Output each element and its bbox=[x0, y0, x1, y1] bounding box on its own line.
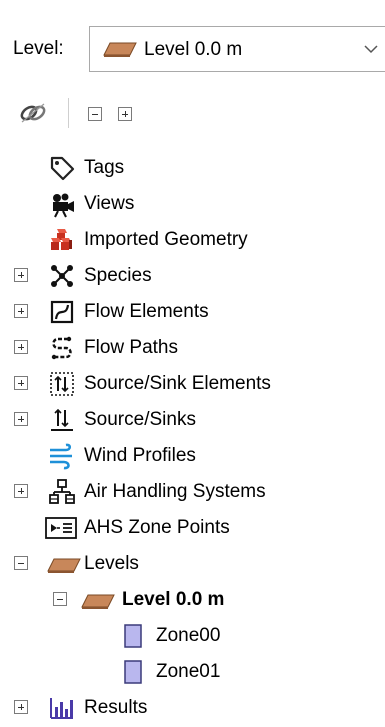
camera-icon bbox=[48, 190, 76, 218]
zone-icon bbox=[122, 622, 144, 650]
expand-toggle[interactable] bbox=[14, 700, 28, 714]
expand-toggle[interactable] bbox=[14, 340, 28, 354]
ahs-icon bbox=[48, 478, 76, 506]
tree-item-label: Flow Elements bbox=[84, 301, 209, 322]
expand-toggle[interactable] bbox=[14, 376, 28, 390]
tree-item-imported-geometry[interactable]: Imported Geometry bbox=[0, 222, 385, 258]
refresh-link-icon[interactable] bbox=[18, 100, 48, 131]
project-tree-panel: Level: Level 0.0 m Tags Views Imported G… bbox=[0, 0, 385, 719]
tree-item-species[interactable]: Species bbox=[0, 258, 385, 294]
tree-item-zone00[interactable]: Zone00 bbox=[0, 618, 385, 654]
expand-toggle[interactable] bbox=[14, 484, 28, 498]
expand-toggle[interactable] bbox=[14, 304, 28, 318]
tree-item-wind-profiles[interactable]: Wind Profiles bbox=[0, 438, 385, 474]
tree-item-source-sinks[interactable]: Source/Sinks bbox=[0, 402, 385, 438]
tree-item-label: Zone01 bbox=[156, 661, 221, 682]
ahs-zone-point-icon bbox=[44, 514, 78, 542]
expand-toggle[interactable] bbox=[14, 412, 28, 426]
tree-item-views[interactable]: Views bbox=[0, 186, 385, 222]
level-slab-icon bbox=[78, 586, 116, 614]
tree-item-label: Flow Paths bbox=[84, 337, 178, 358]
level-label: Level: bbox=[13, 38, 64, 59]
species-icon bbox=[48, 262, 76, 290]
level-dropdown[interactable]: Level 0.0 m bbox=[89, 26, 385, 72]
flow-path-icon bbox=[48, 334, 76, 362]
tree-item-source-sink-elements[interactable]: Source/Sink Elements bbox=[0, 366, 385, 402]
collapse-toggle[interactable] bbox=[53, 592, 67, 606]
expand-all-button[interactable] bbox=[118, 107, 132, 121]
tree-item-label: AHS Zone Points bbox=[84, 517, 230, 538]
tree-toolbar bbox=[0, 92, 385, 136]
tree-item-label: Wind Profiles bbox=[84, 445, 196, 466]
tree-item-label: Air Handling Systems bbox=[84, 481, 266, 502]
source-sink-icon bbox=[48, 406, 76, 434]
tree-item-zone01[interactable]: Zone01 bbox=[0, 654, 385, 690]
tree-item-tags[interactable]: Tags bbox=[0, 150, 385, 186]
tree-item-label: Levels bbox=[84, 553, 139, 574]
results-chart-icon bbox=[48, 694, 76, 722]
level-slab-icon bbox=[44, 550, 82, 578]
source-sink-element-icon bbox=[48, 370, 76, 398]
tree-item-air-handling-systems[interactable]: Air Handling Systems bbox=[0, 474, 385, 510]
tree-item-label: Tags bbox=[84, 157, 125, 178]
tree-item-label: Zone00 bbox=[156, 625, 221, 646]
collapse-toggle[interactable] bbox=[14, 556, 28, 570]
imported-geometry-icon bbox=[48, 226, 76, 254]
flow-element-icon bbox=[48, 298, 76, 326]
tree-item-label: Views bbox=[84, 193, 135, 214]
wind-icon bbox=[48, 442, 76, 470]
zone-icon bbox=[122, 658, 144, 686]
tree-item-ahs-zone-points[interactable]: AHS Zone Points bbox=[0, 510, 385, 546]
collapse-all-button[interactable] bbox=[88, 107, 102, 121]
tree-item-levels[interactable]: Levels bbox=[0, 546, 385, 582]
level-dropdown-value: Level 0.0 m bbox=[144, 39, 243, 60]
tree-item-label: Results bbox=[84, 697, 148, 718]
tree-item-level-0[interactable]: Level 0.0 m bbox=[0, 582, 385, 618]
level-slab-icon bbox=[102, 39, 138, 64]
tree-item-label: Imported Geometry bbox=[84, 229, 248, 250]
tree-item-label: Source/Sinks bbox=[84, 409, 196, 430]
tree-item-flow-elements[interactable]: Flow Elements bbox=[0, 294, 385, 330]
tree-item-label: Species bbox=[84, 265, 152, 286]
tree-item-label: Level 0.0 m bbox=[122, 589, 225, 610]
expand-toggle[interactable] bbox=[14, 268, 28, 282]
chevron-down-icon[interactable] bbox=[362, 42, 380, 61]
level-selector-row: Level: Level 0.0 m bbox=[0, 24, 385, 74]
tree-item-label: Source/Sink Elements bbox=[84, 373, 271, 394]
toolbar-separator bbox=[68, 98, 69, 128]
tree-item-flow-paths[interactable]: Flow Paths bbox=[0, 330, 385, 366]
tree-item-results[interactable]: Results bbox=[0, 690, 385, 726]
tag-icon bbox=[48, 154, 76, 182]
